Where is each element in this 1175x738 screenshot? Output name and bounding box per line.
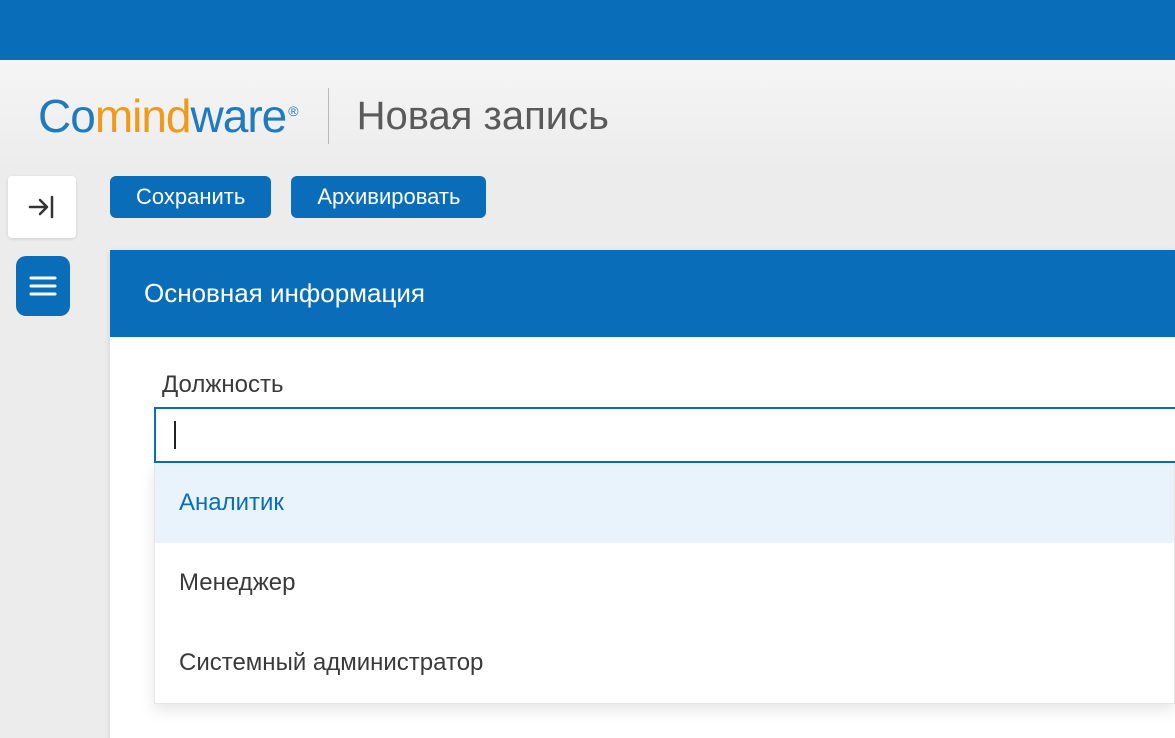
dropdown-option[interactable]: Системный администратор	[155, 623, 1174, 703]
page-title: Новая запись	[357, 94, 609, 139]
menu-button[interactable]	[16, 256, 70, 316]
field-label-position: Должность	[162, 371, 1175, 399]
position-dropdown: Аналитик Менеджер Системный администрато…	[154, 463, 1175, 704]
dropdown-option[interactable]: Аналитик	[155, 463, 1174, 543]
logo: Comindware®	[38, 89, 298, 143]
collapse-icon	[27, 193, 57, 221]
logo-registered-mark: ®	[288, 103, 297, 119]
hamburger-icon	[29, 275, 57, 297]
logo-part2: mind	[95, 90, 191, 142]
top-bar	[0, 0, 1175, 60]
logo-part1: Co	[38, 90, 95, 142]
toolbar: Сохранить Архивировать	[110, 176, 1175, 218]
position-input[interactable]	[154, 407, 1175, 463]
panel-header: Основная информация	[110, 250, 1175, 337]
side-column	[0, 172, 80, 316]
dropdown-option[interactable]: Менеджер	[155, 543, 1174, 623]
position-select[interactable]: Аналитик Менеджер Системный администрато…	[154, 407, 1175, 704]
archive-button[interactable]: Архивировать	[291, 176, 486, 218]
header: Comindware® Новая запись	[0, 60, 1175, 172]
logo-part3: ware	[191, 90, 287, 142]
text-caret	[174, 421, 176, 449]
divider	[328, 88, 329, 144]
save-button[interactable]: Сохранить	[110, 176, 271, 218]
main-panel: Основная информация Должность Аналитик М…	[110, 250, 1175, 738]
collapse-sidebar-button[interactable]	[8, 176, 76, 238]
